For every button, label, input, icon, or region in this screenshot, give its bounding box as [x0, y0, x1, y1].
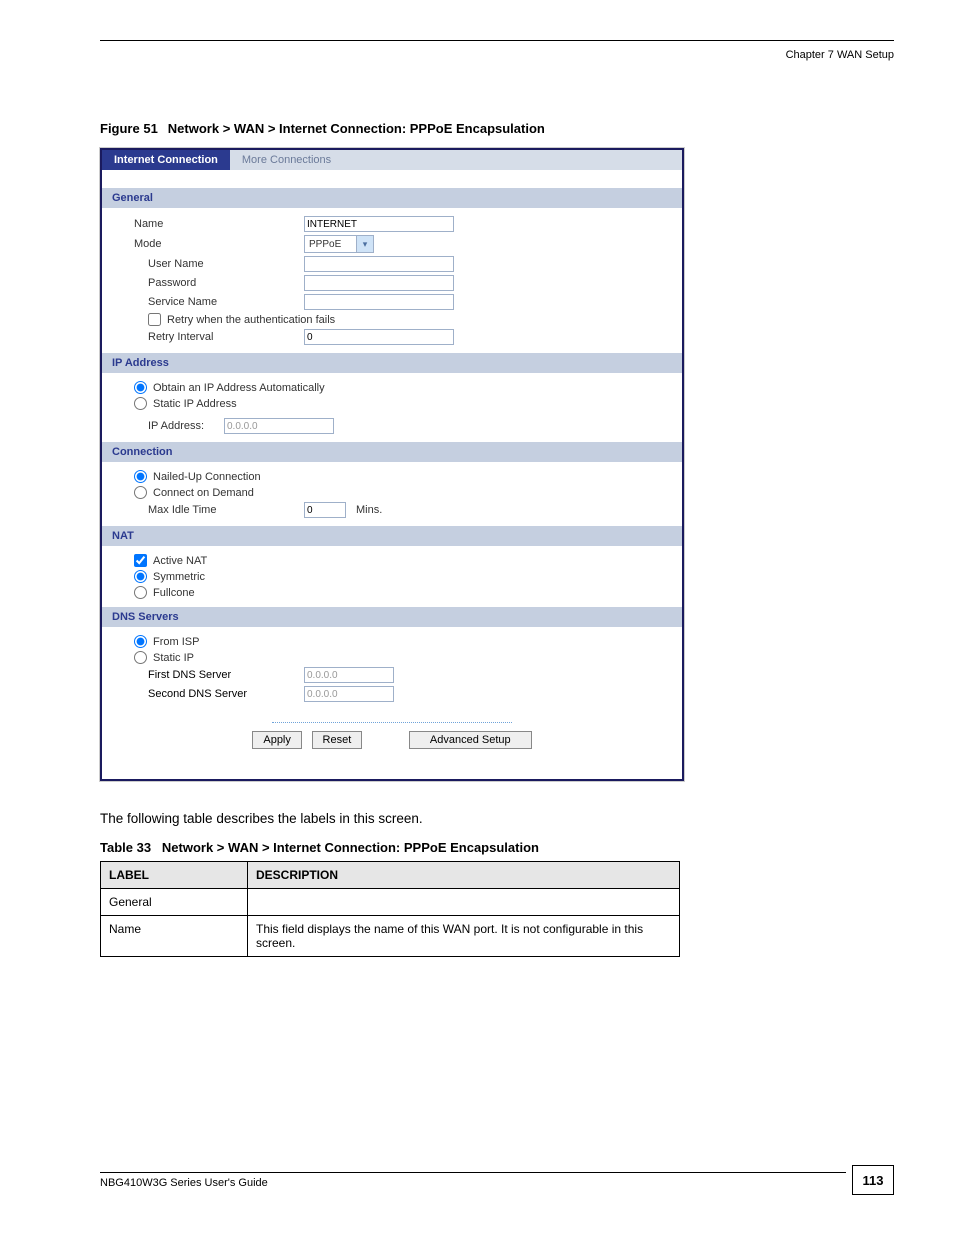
symmetric-label: Symmetric — [153, 571, 205, 583]
divider — [272, 722, 512, 723]
reset-button[interactable]: Reset — [312, 731, 363, 749]
mode-dropdown[interactable]: PPPoE ▾ — [304, 235, 374, 253]
retry-interval-input[interactable] — [304, 329, 454, 345]
th-desc: DESCRIPTION — [248, 862, 680, 889]
username-label: User Name — [114, 258, 304, 270]
second-dns-label: Second DNS Server — [114, 688, 304, 700]
service-name-input[interactable] — [304, 294, 454, 310]
service-name-label: Service Name — [114, 296, 304, 308]
tab-more-connections[interactable]: More Connections — [230, 150, 343, 170]
nailed-up-radio[interactable] — [134, 470, 147, 483]
section-connection: Connection — [102, 442, 682, 462]
table-title: Network > WAN > Internet Connection: PPP… — [162, 840, 539, 855]
dns-static-radio[interactable] — [134, 651, 147, 664]
figure-number: Figure 51 — [100, 121, 158, 136]
mins-label: Mins. — [356, 504, 382, 516]
table-row: General — [101, 889, 680, 916]
dns-static-label: Static IP — [153, 652, 194, 664]
tab-bar: Internet Connection More Connections — [102, 150, 682, 170]
ip-auto-label: Obtain an IP Address Automatically — [153, 382, 325, 394]
page-number: 113 — [852, 1165, 894, 1195]
ip-auto-radio[interactable] — [134, 381, 147, 394]
ip-address-label: IP Address: — [148, 420, 224, 432]
connect-demand-radio[interactable] — [134, 486, 147, 499]
fullcone-label: Fullcone — [153, 587, 195, 599]
section-dns: DNS Servers — [102, 607, 682, 627]
description-table: LABEL DESCRIPTION General Name This fiel… — [100, 861, 680, 957]
section-general: General — [102, 188, 682, 208]
mode-value: PPPoE — [309, 239, 341, 250]
connect-demand-label: Connect on Demand — [153, 487, 254, 499]
section-nat: NAT — [102, 526, 682, 546]
fullcone-radio[interactable] — [134, 586, 147, 599]
ip-address-input[interactable] — [224, 418, 334, 434]
active-nat-label: Active NAT — [153, 555, 207, 567]
second-dns-input[interactable] — [304, 686, 394, 702]
advanced-setup-button[interactable]: Advanced Setup — [409, 731, 532, 749]
dns-isp-radio[interactable] — [134, 635, 147, 648]
mode-label: Mode — [114, 238, 304, 250]
dns-isp-label: From ISP — [153, 636, 199, 648]
body-text: The following table describes the labels… — [100, 811, 894, 826]
password-label: Password — [114, 277, 304, 289]
chevron-down-icon: ▾ — [356, 236, 373, 252]
retry-checkbox[interactable] — [148, 313, 161, 326]
tab-internet-connection[interactable]: Internet Connection — [102, 150, 230, 170]
chapter-header: Chapter 7 WAN Setup — [100, 49, 894, 61]
screenshot-panel: Internet Connection More Connections Gen… — [100, 148, 684, 781]
table-row: Name This field displays the name of thi… — [101, 916, 680, 957]
apply-button[interactable]: Apply — [252, 731, 302, 749]
th-label: LABEL — [101, 862, 248, 889]
table-caption: Table 33 Network > WAN > Internet Connec… — [100, 840, 894, 855]
active-nat-checkbox[interactable] — [134, 554, 147, 567]
retry-interval-label: Retry Interval — [114, 331, 304, 343]
table-number: Table 33 — [100, 840, 151, 855]
ip-static-radio[interactable] — [134, 397, 147, 410]
max-idle-label: Max Idle Time — [114, 504, 304, 516]
section-ip: IP Address — [102, 353, 682, 373]
footer-text: NBG410W3G Series User's Guide — [100, 1173, 846, 1189]
name-label: Name — [114, 218, 304, 230]
figure-title: Network > WAN > Internet Connection: PPP… — [168, 121, 545, 136]
nailed-up-label: Nailed-Up Connection — [153, 471, 261, 483]
figure-caption: Figure 51 Network > WAN > Internet Connec… — [100, 121, 894, 136]
first-dns-input[interactable] — [304, 667, 394, 683]
max-idle-input[interactable] — [304, 502, 346, 518]
ip-static-label: Static IP Address — [153, 398, 237, 410]
name-input[interactable] — [304, 216, 454, 232]
first-dns-label: First DNS Server — [114, 669, 304, 681]
username-input[interactable] — [304, 256, 454, 272]
password-input[interactable] — [304, 275, 454, 291]
symmetric-radio[interactable] — [134, 570, 147, 583]
retry-label: Retry when the authentication fails — [167, 314, 335, 326]
